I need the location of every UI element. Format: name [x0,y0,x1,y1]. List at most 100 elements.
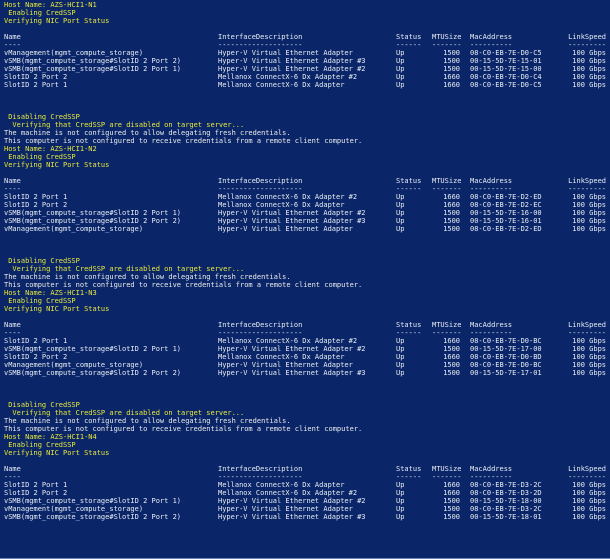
cell-link-speed: 100 Gbps [572,49,606,57]
col-status: Status [396,321,422,329]
cell-link-speed: 100 Gbps [572,193,606,201]
console-line-text: This computer is not configured to recei… [4,137,363,145]
console-message-line: The machine is not configured to allow d… [0,273,610,281]
console-message-line: This computer is not configured to recei… [0,425,610,433]
cell-mtu-size: 1500 [443,65,460,73]
console-line-text: Verifying NIC Port Status [4,161,110,169]
cell-mtu-size: 1500 [443,57,460,65]
col-status: Status [396,177,422,185]
cell-status: Up [396,353,405,361]
cell-mac-address: 08-C0-EB-7E-D3-2D [470,489,542,497]
cell-mtu-size: 1660 [443,489,460,497]
cell-interface-description: Mellanox ConnectX-6 Dx Adapter #2 [218,193,358,201]
cell-status: Up [396,505,405,513]
col-name: Name [4,33,21,41]
console-line-text: Host Name: AZS-HCI1-N1 [4,1,97,9]
table-header-rule: ---- -------------------- ------ ------- ---… [0,329,610,337]
cell-status: Up [396,497,405,505]
cell-mac-address: 08-C0-EB-7E-D0-C5 [470,81,542,89]
cell-status: Up [396,337,405,345]
console-line-text: Host Name: AZS-HCI1-N3 [4,289,97,297]
cell-link-speed: 100 Gbps [572,369,606,377]
cell-interface-description: Mellanox ConnectX-6 Dx Adapter #2 [218,489,358,497]
col-mac-address: MacAddress [470,321,513,329]
col-mtu-size: ------- [432,329,462,337]
table-row: SlotID 2 Port 2 Mellanox ConnectX-6 Dx Ad… [0,353,610,361]
cell-link-speed: 100 Gbps [572,65,606,73]
table-header: Name InterfaceDescription Status MTUSize Mac… [0,33,610,41]
cell-mtu-size: 1500 [443,345,460,353]
cell-status: Up [396,481,405,489]
col-name: Name [4,321,21,329]
console-status-line: Host Name: AZS-HCI1-N1 [0,1,610,9]
col-interface-description: -------------------- [218,329,303,337]
cell-link-speed: 100 Gbps [572,481,606,489]
cell-name: SlotID 2 Port 2 [4,201,68,209]
cell-status: Up [396,369,405,377]
col-mac-address: ---------- [470,329,513,337]
cell-mtu-size: 1500 [443,217,460,225]
cell-interface-description: Hyper-V Virtual Ethernet Adapter #3 [218,57,366,65]
cell-status: Up [396,345,405,353]
cell-status: Up [396,225,405,233]
col-interface-description: -------------------- [218,185,303,193]
console-status-line: Verifying that CredSSP are disabled on t… [0,265,610,273]
console-status-line: Enabling CredSSP [0,297,610,305]
console-line-text: Disabling CredSSP [4,113,80,121]
cell-name: vManagement(mgmt_compute_storage) [4,361,144,369]
cell-mtu-size: 1500 [443,49,460,57]
console-status-line: Verifying NIC Port Status [0,305,610,313]
table-row: vSMB(mgmt_compute_storage#SlotID 2 Port … [0,513,610,521]
console-status-line: Verifying that CredSSP are disabled on t… [0,121,610,129]
table-header: Name InterfaceDescription Status MTUSize Mac… [0,177,610,185]
table-row: vSMB(mgmt_compute_storage#SlotID 2 Port … [0,57,610,65]
console-message-line: The machine is not configured to allow d… [0,417,610,425]
table-row: SlotID 2 Port 1 Mellanox ConnectX-6 Dx Ad… [0,481,610,489]
col-mtu-size: ------- [432,473,462,481]
cell-link-speed: 100 Gbps [572,225,606,233]
console-line-text: Verifying NIC Port Status [4,305,110,313]
console-line-text: Verifying NIC Port Status [4,449,110,457]
cell-mac-address: 00-15-5D-7E-15-01 [470,57,542,65]
cell-link-speed: 100 Gbps [572,73,606,81]
col-status: Status [396,465,422,473]
cell-name: vSMB(mgmt_compute_storage#SlotID 2 Port … [4,345,182,353]
console-status-line: Enabling CredSSP [0,441,610,449]
cell-mtu-size: 1500 [443,505,460,513]
cell-link-speed: 100 Gbps [572,497,606,505]
cell-mac-address: 08-C0-EB-7E-D2-EC [470,201,542,209]
cell-mac-address: 00-15-5D-7E-18-01 [470,513,542,521]
cell-mtu-size: 1660 [443,481,460,489]
cell-interface-description: Mellanox ConnectX-6 Dx Adapter [218,481,345,489]
table-header: Name InterfaceDescription Status MTUSize Mac… [0,465,610,473]
cell-mac-address: 08-C0-EB-7E-D2-ED [470,225,542,233]
col-link-speed: --------- [568,473,606,481]
cell-interface-description: Hyper-V Virtual Ethernet Adapter #3 [218,369,366,377]
console-status-line: Verifying NIC Port Status [0,449,610,457]
cell-link-speed: 100 Gbps [572,81,606,89]
cell-mtu-size: 1500 [443,497,460,505]
console-status-line: Disabling CredSSP [0,113,610,121]
cell-status: Up [396,489,405,497]
console-line-text: Enabling CredSSP [4,153,76,161]
cell-name: vSMB(mgmt_compute_storage#SlotID 2 Port … [4,369,182,377]
console-status-line: Verifying that CredSSP are disabled on t… [0,409,610,417]
console-status-line: Host Name: AZS-HCI1-N2 [0,145,610,153]
console-status-line: Disabling CredSSP [0,257,610,265]
cell-mac-address: 08-C0-EB-7E-D3-2C [470,481,542,489]
cell-interface-description: Hyper-V Virtual Ethernet Adapter #2 [218,345,366,353]
cell-interface-description: Mellanox ConnectX-6 Dx Adapter #2 [218,337,358,345]
cell-name: SlotID 2 Port 1 [4,481,68,489]
table-row: vManagement(mgmt_compute_storage) Hyper-V… [0,505,610,513]
cell-interface-description: Mellanox ConnectX-6 Dx Adapter [218,201,345,209]
table-header: Name InterfaceDescription Status MTUSize Mac… [0,321,610,329]
cell-mac-address: 00-15-5D-7E-15-00 [470,65,542,73]
cell-mac-address: 08-C0-EB-7E-D0-C4 [470,73,542,81]
col-name: ---- [4,185,21,193]
console-status-line: Enabling CredSSP [0,9,610,17]
cell-mtu-size: 1660 [443,337,460,345]
